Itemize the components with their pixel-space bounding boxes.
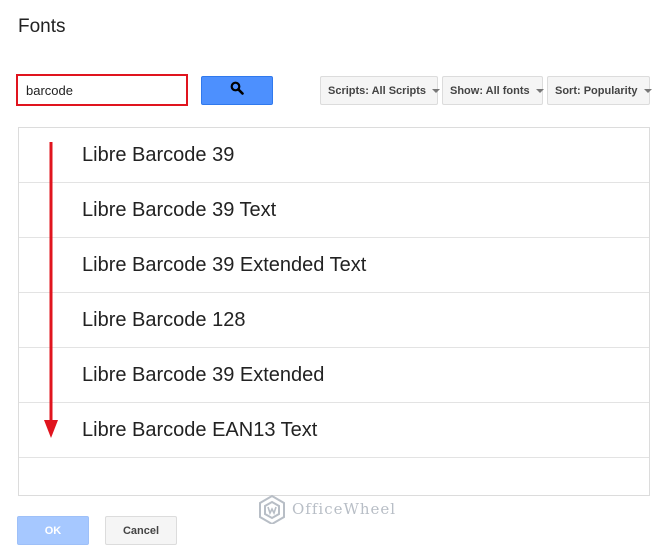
font-list-item[interactable]: Libre Barcode 39 (19, 128, 649, 183)
font-list-item[interactable]: Libre Barcode 128 (19, 293, 649, 348)
search-icon (230, 81, 244, 100)
search-button[interactable] (201, 76, 273, 105)
font-name: Libre Barcode 39 Text (82, 198, 277, 221)
font-name: Libre Barcode 39 (82, 143, 235, 166)
dialog-title: Fonts (18, 16, 66, 37)
font-name: Libre Barcode 128 (82, 308, 246, 331)
font-list-item[interactable]: Libre Barcode 39 Extended (19, 348, 649, 403)
chevron-down-icon (643, 88, 652, 93)
ok-button[interactable]: OK (17, 516, 89, 545)
font-list-item[interactable]: Libre Barcode 39 Text (19, 183, 649, 238)
search-box[interactable] (16, 74, 188, 106)
watermark: OfficeWheel (258, 494, 396, 524)
show-dropdown-label: Show: All fonts (450, 84, 530, 97)
down-arrow-annotation (44, 142, 58, 438)
font-list: Libre Barcode 39 Libre Barcode 39 Text L… (18, 127, 650, 496)
font-name: Libre Barcode EAN13 Text (82, 418, 318, 441)
watermark-text: OfficeWheel (292, 500, 397, 518)
sort-dropdown[interactable]: Sort: Popularity (547, 76, 652, 105)
show-dropdown[interactable]: Show: All fonts (442, 76, 544, 105)
search-input[interactable] (18, 76, 186, 104)
font-list-item[interactable]: Libre Barcode EAN13 Text (19, 403, 649, 458)
scripts-dropdown[interactable]: Scripts: All Scripts (320, 76, 441, 105)
chevron-down-icon (535, 88, 544, 93)
cancel-button[interactable]: Cancel (105, 516, 177, 545)
chevron-down-icon (432, 88, 441, 93)
font-name: Libre Barcode 39 Extended (82, 363, 325, 386)
scripts-dropdown-label: Scripts: All Scripts (328, 84, 427, 97)
font-name: Libre Barcode 39 Extended Text (82, 253, 367, 276)
fonts-dialog: Fonts Scripts: All Scripts Show: All fon… (0, 0, 662, 552)
sort-dropdown-label: Sort: Popularity (555, 84, 638, 97)
officewheel-logo-icon (259, 494, 285, 524)
font-list-item[interactable]: Libre Barcode 39 Extended Text (19, 238, 649, 293)
